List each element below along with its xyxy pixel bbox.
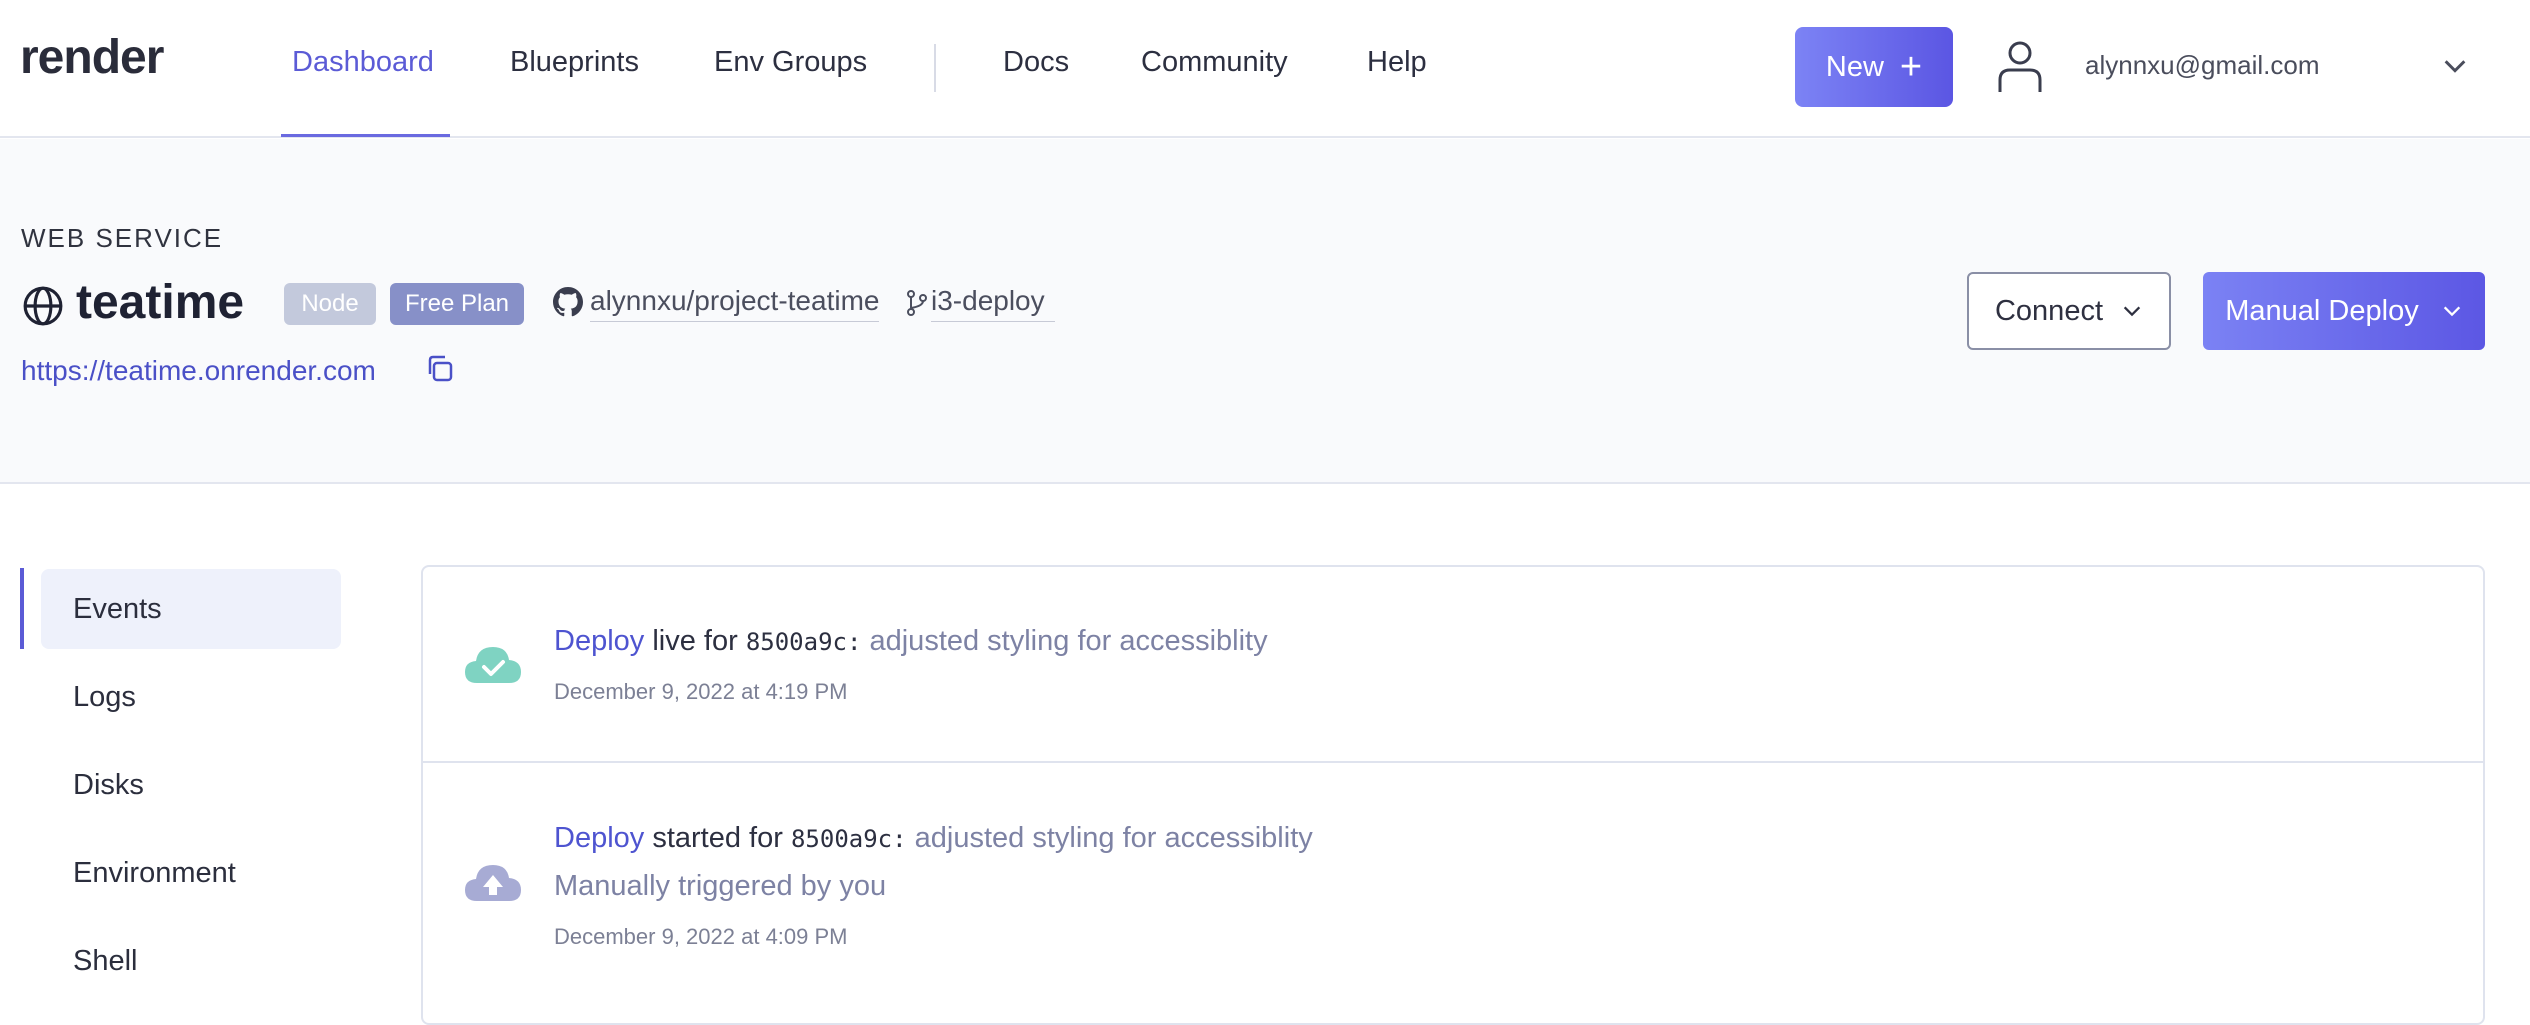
events-list: Deploy live for 8500a9c: adjusted stylin… — [421, 565, 2485, 1025]
event-title: Deploy started for 8500a9c: adjusted sty… — [554, 822, 1313, 855]
plus-icon: + — [1899, 46, 1923, 88]
nav-community[interactable]: Community — [1141, 46, 1288, 79]
git-branch-icon — [907, 290, 927, 316]
nav-help[interactable]: Help — [1367, 46, 1427, 79]
service-header: WEB SERVICE teatime Node Free Plan alynn… — [0, 139, 2530, 484]
sidebar-item-disks[interactable]: Disks — [41, 745, 341, 825]
chevron-down-icon — [2443, 306, 2460, 317]
sidebar-active-indicator — [20, 568, 24, 649]
nav-blueprints[interactable]: Blueprints — [510, 46, 639, 79]
sidebar-item-environment[interactable]: Environment — [41, 833, 341, 913]
repo-link[interactable]: alynnxu/project-teatime — [590, 285, 880, 322]
sidebar-item-shell[interactable]: Shell — [41, 921, 341, 1001]
event-title: Deploy live for 8500a9c: adjusted stylin… — [554, 625, 1268, 658]
active-nav-indicator — [281, 134, 450, 137]
event-timestamp: December 9, 2022 at 4:19 PM — [554, 679, 848, 704]
event-timestamp: December 9, 2022 at 4:09 PM — [554, 924, 848, 949]
user-avatar-icon[interactable] — [1996, 38, 2044, 94]
connect-button[interactable]: Connect — [1967, 272, 2171, 350]
event-item: Deploy started for 8500a9c: adjusted sty… — [423, 764, 2483, 1024]
sidebar-item-logs[interactable]: Logs — [41, 657, 341, 737]
commit-message: adjusted styling for accessiblity — [869, 625, 1268, 657]
deploy-link[interactable]: Deploy — [554, 625, 644, 657]
sidebar-item-events[interactable]: Events — [41, 569, 341, 649]
event-item: Deploy live for 8500a9c: adjusted stylin… — [423, 567, 2483, 763]
event-verb: started for — [652, 822, 783, 854]
top-nav: render Dashboard Blueprints Env Groups D… — [0, 0, 2530, 138]
commit-hash[interactable]: 8500a9c: — [746, 628, 862, 656]
new-button[interactable]: New + — [1795, 27, 1953, 107]
nav-docs[interactable]: Docs — [1003, 46, 1069, 79]
chevron-down-icon[interactable] — [2441, 52, 2469, 80]
cloud-check-icon — [465, 647, 521, 683]
runtime-badge: Node — [284, 283, 376, 325]
cloud-upload-icon — [465, 865, 521, 901]
nav-env-groups[interactable]: Env Groups — [714, 46, 867, 79]
service-sidebar: Events Logs Disks Environment Shell — [0, 568, 345, 1008]
service-type-label: WEB SERVICE — [21, 223, 224, 253]
commit-message: adjusted styling for accessiblity — [914, 822, 1313, 854]
chevron-down-icon — [2123, 306, 2141, 317]
brand-logo[interactable]: render — [20, 30, 164, 85]
service-name: teatime — [76, 276, 245, 329]
copy-icon[interactable] — [424, 353, 456, 385]
nav-divider — [934, 44, 936, 92]
connect-button-label: Connect — [1994, 294, 2103, 327]
globe-icon — [23, 286, 63, 326]
branch-link[interactable]: i3-deploy — [931, 285, 1055, 322]
manual-deploy-button[interactable]: Manual Deploy — [2203, 272, 2485, 350]
new-button-label: New — [1825, 50, 1884, 83]
deploy-link[interactable]: Deploy — [554, 822, 644, 854]
nav-dashboard[interactable]: Dashboard — [292, 46, 434, 79]
github-icon — [553, 287, 583, 317]
event-verb: live for — [652, 625, 738, 657]
user-email[interactable]: alynnxu@gmail.com — [2085, 50, 2319, 81]
event-trigger-note: Manually triggered by you — [554, 870, 887, 902]
service-url-link[interactable]: https://teatime.onrender.com — [21, 355, 376, 387]
manual-deploy-label: Manual Deploy — [2225, 294, 2419, 327]
commit-hash[interactable]: 8500a9c: — [791, 825, 907, 853]
plan-badge[interactable]: Free Plan — [390, 283, 524, 325]
